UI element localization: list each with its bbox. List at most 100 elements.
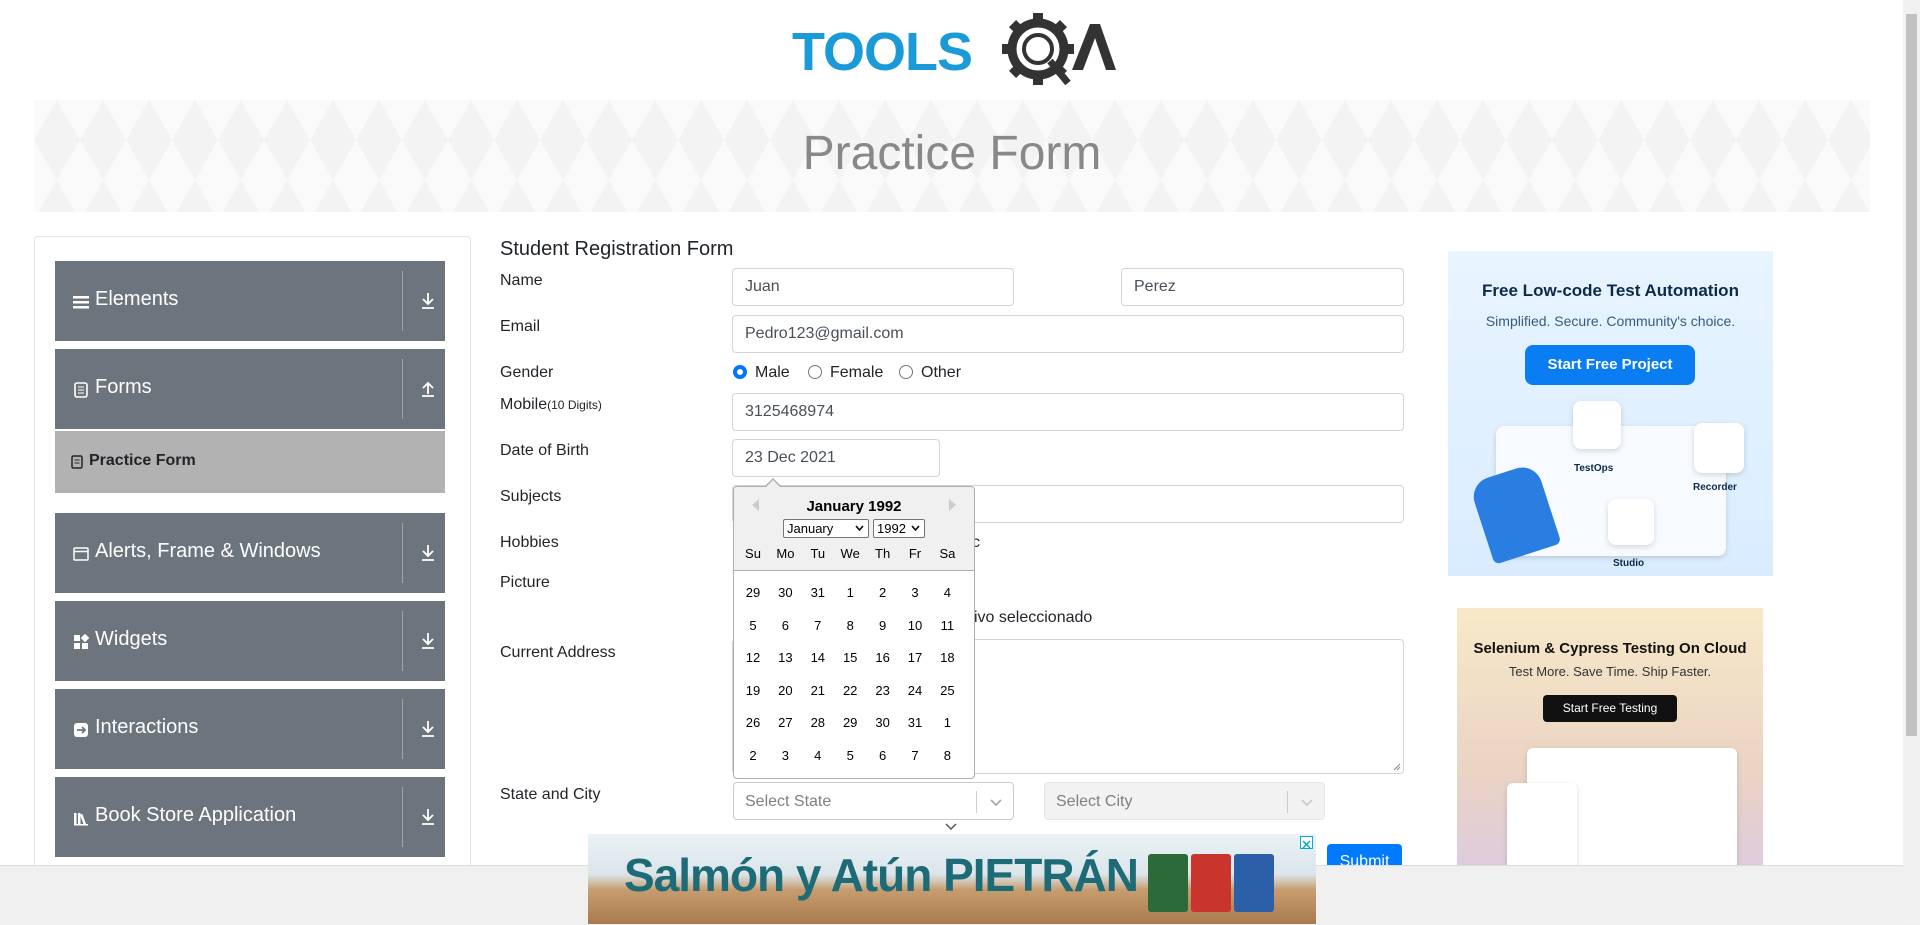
state-select[interactable]: Select State (733, 782, 1014, 820)
gender-radio-other[interactable]: Other (899, 364, 961, 384)
ad-cta-button[interactable]: Start Free Testing (1543, 695, 1677, 722)
calendar-day[interactable]: 29 (834, 715, 866, 730)
calendar-day[interactable]: 7 (802, 618, 834, 633)
radio-label: Male (755, 364, 790, 381)
ad-lambdatest[interactable]: Selenium & Cypress Testing On Cloud Test… (1457, 608, 1763, 908)
chevron-down-icon[interactable] (989, 795, 1003, 809)
calendar-day[interactable]: 22 (834, 683, 866, 698)
calendar-day[interactable]: 5 (737, 618, 769, 633)
calendar-day[interactable]: 3 (769, 748, 801, 763)
calendar-day[interactable]: 23 (867, 683, 899, 698)
menu-group-book-store[interactable]: Book Store Application (55, 777, 445, 857)
mobile-label: Mobile(10 Digits) (500, 396, 602, 414)
calendar-day[interactable]: 18 (931, 650, 963, 665)
year-select[interactable]: 1992 (873, 519, 925, 538)
weekday-header: Th (875, 546, 891, 561)
calendar-day[interactable]: 2 (867, 585, 899, 600)
calendar-day[interactable]: 11 (931, 618, 963, 633)
file-status-text: ivo seleccionado (974, 609, 1093, 626)
resize-handle-icon[interactable] (1393, 763, 1401, 771)
calendar-day[interactable]: 14 (802, 650, 834, 665)
radio-icon[interactable] (899, 365, 913, 379)
city-placeholder: Select City (1056, 793, 1133, 810)
first-name-input[interactable]: Juan (732, 268, 1014, 306)
calendar-day[interactable]: 31 (899, 715, 931, 730)
next-month-icon[interactable] (949, 499, 956, 511)
radio-selected-icon[interactable] (733, 365, 747, 379)
calendar-day[interactable]: 16 (867, 650, 899, 665)
menu-group-interactions[interactable]: Interactions (55, 689, 445, 769)
calendar-day[interactable]: 4 (931, 585, 963, 600)
ad-katalon[interactable]: Free Low-code Test Automation Simplified… (1448, 251, 1773, 576)
expand-arrow-icon[interactable] (419, 807, 437, 827)
calendar-day[interactable]: 5 (834, 748, 866, 763)
calendar-day[interactable]: 21 (802, 683, 834, 698)
subjects-label: Subjects (500, 488, 562, 505)
calendar-day[interactable]: 29 (737, 585, 769, 600)
calendar-day[interactable]: 2 (737, 748, 769, 763)
city-select[interactable]: Select City (1044, 782, 1325, 820)
calendar-day[interactable]: 3 (899, 585, 931, 600)
ad-cta-button[interactable]: Start Free Project (1525, 345, 1695, 385)
email-input[interactable]: Pedro123@gmail.com (732, 315, 1404, 353)
divider (402, 787, 403, 847)
mobile-hint: (10 Digits) (547, 398, 602, 412)
calendar-day[interactable]: 31 (802, 585, 834, 600)
calendar-day[interactable]: 6 (867, 748, 899, 763)
expand-arrow-icon[interactable] (419, 631, 437, 651)
ad-pietran[interactable]: Salmón y Atún PIETRÁN (588, 834, 1316, 924)
menu-group-alerts[interactable]: Alerts, Frame & Windows (55, 513, 445, 593)
recorder-logo-icon (1694, 423, 1744, 473)
calendar-day[interactable]: 7 (899, 748, 931, 763)
collapse-arrow-icon[interactable] (419, 379, 437, 399)
divider (402, 359, 403, 419)
chevron-down-icon[interactable] (1300, 795, 1314, 809)
ad-subtitle: Simplified. Secure. Community's choice. (1485, 313, 1736, 329)
close-ad-icon[interactable] (1300, 836, 1313, 849)
menu-group-widgets[interactable]: Widgets (55, 601, 445, 681)
gender-radio-female[interactable]: Female (808, 364, 883, 384)
calendar-day[interactable]: 1 (834, 585, 866, 600)
mobile-input[interactable]: 3125468974 (732, 393, 1404, 431)
menu-group-elements[interactable]: Elements (55, 261, 445, 341)
ad-headline: Salmón y Atún PIETRÁN (624, 849, 1139, 901)
calendar-day[interactable]: 13 (769, 650, 801, 665)
calendar-day[interactable]: 6 (769, 618, 801, 633)
divider (976, 791, 977, 813)
expand-arrow-icon[interactable] (419, 291, 437, 311)
menu-group-label: Interactions (95, 716, 199, 738)
calendar-day[interactable]: 26 (737, 715, 769, 730)
calendar-day[interactable]: 28 (802, 715, 834, 730)
calendar-day[interactable]: 30 (867, 715, 899, 730)
year-select-value: 1992 (877, 521, 906, 536)
calendar-day[interactable]: 20 (769, 683, 801, 698)
calendar-day[interactable]: 30 (769, 585, 801, 600)
date-of-birth-input[interactable]: 23 Dec 2021 (732, 439, 940, 477)
calendar-day[interactable]: 27 (769, 715, 801, 730)
calendar-day[interactable]: 19 (737, 683, 769, 698)
interaction-icon (74, 723, 88, 737)
calendar-day[interactable]: 15 (834, 650, 866, 665)
calendar-day[interactable]: 1 (931, 715, 963, 730)
expand-arrow-icon[interactable] (419, 543, 437, 563)
calendar-day[interactable]: 8 (931, 748, 963, 763)
calendar-day[interactable]: 8 (834, 618, 866, 633)
calendar-day[interactable]: 17 (899, 650, 931, 665)
product-pack-image (1191, 854, 1231, 912)
radio-icon[interactable] (808, 365, 822, 379)
calendar-day[interactable]: 24 (899, 683, 931, 698)
expand-arrow-icon[interactable] (419, 719, 437, 739)
form-title: Student Registration Form (500, 238, 734, 260)
scrollbar-thumb[interactable] (1906, 14, 1917, 736)
calendar-day[interactable]: 25 (931, 683, 963, 698)
month-select[interactable]: January (783, 519, 869, 538)
menu-group-forms[interactable]: Forms (55, 349, 445, 429)
menu-item-practice-form[interactable]: Practice Form (55, 431, 445, 493)
calendar-day[interactable]: 9 (867, 618, 899, 633)
calendar-day[interactable]: 10 (899, 618, 931, 633)
last-name-input[interactable]: Perez (1121, 268, 1404, 306)
calendar-day[interactable]: 12 (737, 650, 769, 665)
gender-radio-male[interactable]: Male (733, 364, 790, 384)
toolsqa-logo[interactable]: TOOLS (790, 12, 1116, 92)
calendar-day[interactable]: 4 (802, 748, 834, 763)
